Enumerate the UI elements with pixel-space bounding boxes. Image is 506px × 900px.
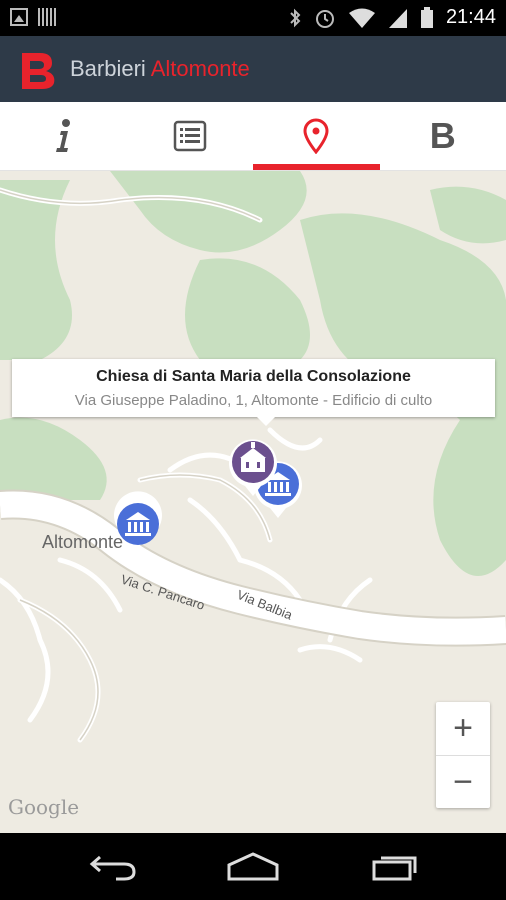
battery-icon <box>420 6 433 28</box>
park-area <box>0 180 72 360</box>
barcode-icon <box>38 8 56 26</box>
info-icon <box>56 119 71 152</box>
map-pin-icon <box>303 118 329 154</box>
image-icon <box>10 8 28 26</box>
zoom-in-button[interactable]: + <box>436 702 490 755</box>
park-area <box>430 186 506 244</box>
tab-map[interactable] <box>253 102 380 170</box>
tab-bar: B <box>0 102 506 171</box>
clock: 21:44 <box>445 6 496 28</box>
system-nav-bar <box>0 833 506 900</box>
wifi-icon <box>348 8 375 28</box>
park-area <box>110 171 307 253</box>
app-title-part1: Barbieri <box>70 56 146 81</box>
app-logo <box>22 53 55 89</box>
home-icon <box>227 852 279 881</box>
app-title: Barbieri Altomonte <box>70 56 250 82</box>
zoom-controls: + − <box>436 702 490 808</box>
map-canvas: Via C. Pancaro Via Balbia Altomonte <box>0 171 506 743</box>
list-icon <box>173 120 206 152</box>
b-letter-icon: B <box>429 115 456 156</box>
info-window-title: Chiesa di Santa Maria della Consolazione <box>96 368 411 385</box>
zoom-out-button[interactable]: − <box>436 755 490 809</box>
tab-list[interactable] <box>127 102 254 170</box>
status-bar: 21:44 <box>0 0 506 36</box>
map-info-window[interactable]: Chiesa di Santa Maria della Consolazione… <box>12 359 495 426</box>
back-button[interactable] <box>83 845 143 887</box>
tab-info[interactable] <box>0 102 127 170</box>
back-icon <box>89 855 136 881</box>
recents-icon <box>372 856 417 881</box>
park-area <box>0 417 107 500</box>
app-bar: Barbieri Altomonte <box>0 36 506 102</box>
tab-b[interactable]: B <box>380 102 506 170</box>
bluetooth-icon <box>290 8 301 27</box>
home-button[interactable] <box>223 845 283 887</box>
app-title-part2: Altomonte <box>150 56 250 81</box>
signal-icon <box>388 8 407 28</box>
map-view[interactable]: Via C. Pancaro Via Balbia Altomonte Chie… <box>0 171 506 833</box>
town-label: Altomonte <box>42 532 123 552</box>
google-attribution: Google <box>8 795 80 819</box>
park-area <box>185 258 310 360</box>
recents-button[interactable] <box>365 845 425 887</box>
alarm-icon <box>315 9 334 28</box>
info-window-subtitle: Via Giuseppe Paladino, 1, Altomonte - Ed… <box>74 392 433 409</box>
